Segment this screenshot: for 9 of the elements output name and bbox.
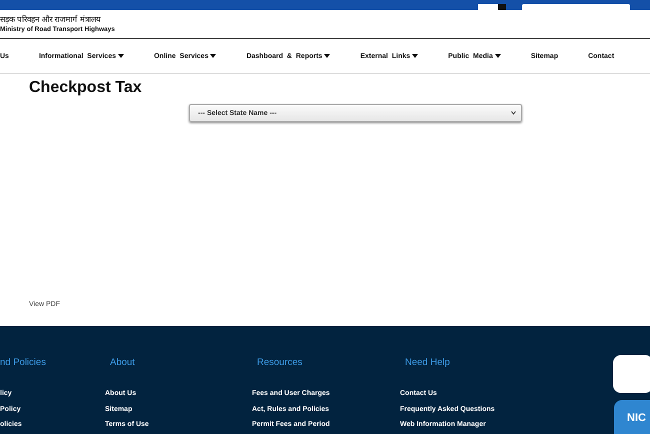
footer-heading: Need Help xyxy=(405,357,451,368)
search-field[interactable] xyxy=(522,4,630,10)
chevron-icon xyxy=(511,111,516,115)
footer-heading: Resources xyxy=(257,357,304,368)
footer-heading: nd Policies xyxy=(0,357,46,368)
footer-heading: About xyxy=(110,357,136,368)
ministry-hindi-title: सड़क परिवहन और राजमार्ग मंत्रालय xyxy=(0,14,102,24)
nic-logo: NIC xyxy=(614,400,650,434)
page-title: Checkpost Tax xyxy=(29,78,143,98)
